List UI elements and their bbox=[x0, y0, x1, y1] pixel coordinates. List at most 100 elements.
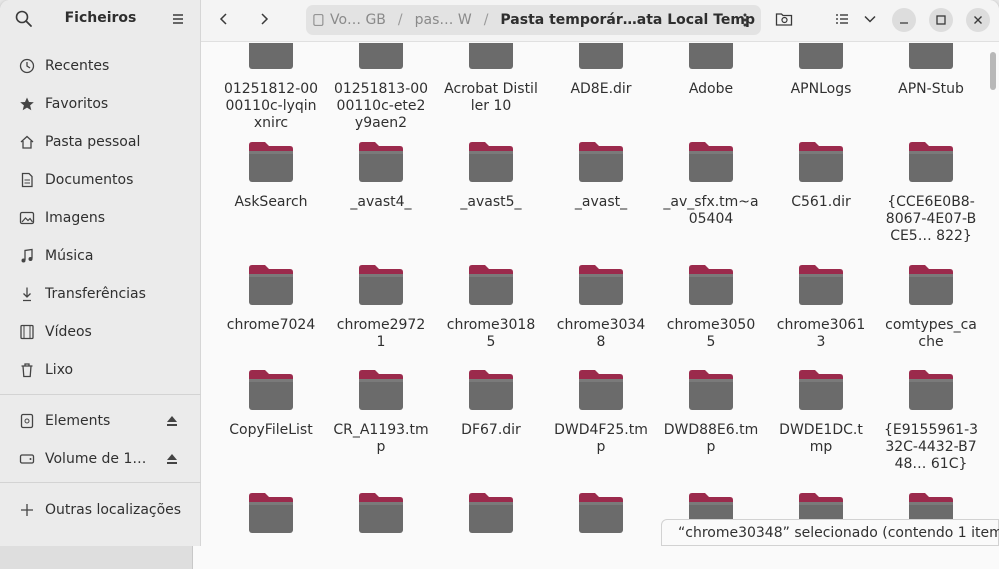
folder-icon bbox=[577, 492, 625, 534]
file-item[interactable] bbox=[553, 492, 649, 545]
file-item[interactable]: _avast_ bbox=[553, 141, 649, 211]
file-name: Adobe bbox=[688, 81, 734, 97]
file-item[interactable]: chrome30505 bbox=[663, 264, 759, 351]
document-icon bbox=[18, 171, 36, 189]
file-item[interactable]: chrome30348 bbox=[553, 254, 649, 354]
file-name: DWDE1DC.tmp bbox=[779, 422, 863, 455]
forward-button[interactable] bbox=[249, 6, 279, 32]
sidebar: Ficheiros Recentes Favoritos Pasta pesso… bbox=[0, 0, 201, 546]
sidebar-item-lixo[interactable]: Lixo bbox=[8, 354, 194, 386]
file-name: CR_A1193.tmp bbox=[333, 422, 429, 455]
file-item[interactable]: CR_A1193.tmp bbox=[333, 369, 429, 456]
folder-icon bbox=[797, 264, 845, 306]
file-item[interactable]: DWDE1DC.tmp bbox=[773, 369, 869, 456]
file-item[interactable]: Acrobat Distiller 10 bbox=[443, 43, 539, 115]
eject-icon[interactable] bbox=[164, 451, 180, 467]
breadcrumb-current[interactable]: Pasta temporár…ata Local Temp bbox=[494, 12, 761, 28]
file-item[interactable]: 01251812-0000110c-lyqinxnirc bbox=[223, 43, 319, 132]
sidebar-item-recentes[interactable]: Recentes bbox=[8, 50, 194, 82]
file-name: chrome7024 bbox=[226, 317, 316, 333]
sidebar-item-label: Favoritos bbox=[45, 96, 109, 112]
file-item[interactable]: {E9155961-332C-4432-B748… 61C} bbox=[883, 369, 979, 473]
minimize-icon bbox=[900, 22, 908, 24]
sidebar-item-label: Imagens bbox=[45, 210, 106, 226]
folder-icon bbox=[577, 264, 625, 306]
sidebar-item-transferencias[interactable]: Transferências bbox=[8, 278, 194, 310]
file-item[interactable]: DF67.dir bbox=[443, 369, 539, 439]
file-name: _avast5_ bbox=[460, 194, 522, 210]
sidebar-item-label: Elements bbox=[45, 413, 111, 429]
file-item[interactable]: Adobe bbox=[663, 43, 759, 98]
file-item[interactable]: chrome7024 bbox=[223, 264, 319, 334]
file-name: DWD4F25.tmp bbox=[554, 422, 648, 455]
folder-icon bbox=[357, 264, 405, 306]
file-item[interactable]: CopyFileList bbox=[223, 369, 319, 439]
folder-icon bbox=[687, 264, 735, 306]
sidebar-item-label: Outras localizações bbox=[45, 502, 182, 518]
maximize-button[interactable] bbox=[929, 8, 953, 32]
file-item[interactable] bbox=[443, 492, 539, 545]
view-options-button[interactable] bbox=[855, 6, 885, 32]
file-name: 01251812-0000110c-lyqinxnirc bbox=[223, 81, 319, 131]
sidebar-header: Ficheiros bbox=[0, 0, 201, 38]
folder-icon bbox=[577, 141, 625, 183]
breadcrumb-separator: / bbox=[397, 12, 403, 28]
status-overlay: “chrome30348” selecionado (contendo 1 it… bbox=[661, 519, 999, 546]
file-item[interactable]: C561.dir bbox=[773, 141, 869, 211]
drive-icon bbox=[313, 14, 324, 26]
list-view-button[interactable] bbox=[827, 6, 857, 32]
file-name: chrome30613 bbox=[776, 317, 866, 350]
main-menu-button[interactable] bbox=[168, 9, 188, 29]
sidebar-item-documentos[interactable]: Documentos bbox=[8, 164, 194, 196]
close-button[interactable] bbox=[966, 8, 990, 32]
eject-icon[interactable] bbox=[164, 413, 180, 429]
sidebar-item-favoritos[interactable]: Favoritos bbox=[8, 88, 194, 120]
file-item[interactable]: AD8E.dir bbox=[553, 43, 649, 98]
file-item[interactable]: APN-Stub bbox=[883, 43, 979, 98]
sidebar-item-pasta-pessoal[interactable]: Pasta pessoal bbox=[8, 126, 194, 158]
search-folder-button[interactable] bbox=[769, 6, 799, 32]
file-item[interactable]: _avast4_ bbox=[333, 141, 429, 211]
folder-menu-button[interactable] bbox=[735, 10, 755, 30]
file-item[interactable]: chrome30185 bbox=[443, 264, 539, 351]
file-item[interactable]: _av_sfx.tm~a05404 bbox=[663, 141, 759, 228]
file-name: AskSearch bbox=[234, 194, 308, 210]
file-item[interactable]: comtypes_cache bbox=[883, 264, 979, 351]
sidebar-item-videos[interactable]: Vídeos bbox=[8, 316, 194, 348]
file-item[interactable]: DWD88E6.tmp bbox=[663, 369, 759, 456]
file-item[interactable]: APNLogs bbox=[773, 43, 869, 98]
sidebar-item-elements[interactable]: Elements bbox=[8, 405, 194, 437]
file-item[interactable]: AskSearch bbox=[223, 141, 319, 211]
scrollbar[interactable] bbox=[990, 52, 996, 90]
file-name: 01251813-0000110c-ete2y9aen2 bbox=[333, 81, 429, 131]
file-name: chrome30348 bbox=[556, 317, 646, 350]
file-item[interactable]: 01251813-0000110c-ete2y9aen2 bbox=[333, 43, 429, 132]
sidebar-divider bbox=[0, 394, 201, 395]
file-name: chrome30505 bbox=[666, 317, 756, 350]
file-name: DWD88E6.tmp bbox=[663, 422, 759, 455]
sidebar-item-outras-localizacoes[interactable]: Outras localizações bbox=[8, 494, 194, 526]
file-item[interactable]: _avast5_ bbox=[443, 141, 539, 211]
file-item[interactable]: DWD4F25.tmp bbox=[553, 369, 649, 456]
sidebar-divider bbox=[0, 482, 201, 483]
file-item[interactable]: chrome29721 bbox=[333, 264, 429, 351]
sidebar-item-label: Vídeos bbox=[45, 324, 92, 340]
sidebar-item-musica[interactable]: Música bbox=[8, 240, 194, 272]
chevron-down-icon bbox=[864, 15, 876, 23]
folder-icon bbox=[467, 43, 515, 70]
star-icon bbox=[18, 95, 36, 113]
folder-icon bbox=[357, 492, 405, 534]
breadcrumb-parent[interactable]: pas… W bbox=[409, 12, 478, 28]
folder-icon bbox=[467, 264, 515, 306]
file-name: _avast4_ bbox=[350, 194, 412, 210]
breadcrumb-volume[interactable]: Vo… GB bbox=[324, 12, 392, 28]
back-button[interactable] bbox=[209, 6, 239, 32]
minimize-button[interactable] bbox=[892, 8, 916, 32]
file-item[interactable]: {CCE6E0B8-8067-4E07-BCE5… 822} bbox=[883, 141, 979, 245]
sidebar-item-volume[interactable]: Volume de 1… bbox=[8, 443, 194, 475]
file-name: _avast_ bbox=[574, 194, 628, 210]
file-item[interactable] bbox=[333, 492, 429, 545]
file-item[interactable]: chrome30613 bbox=[773, 264, 869, 351]
file-item[interactable] bbox=[223, 492, 319, 545]
sidebar-item-imagens[interactable]: Imagens bbox=[8, 202, 194, 234]
